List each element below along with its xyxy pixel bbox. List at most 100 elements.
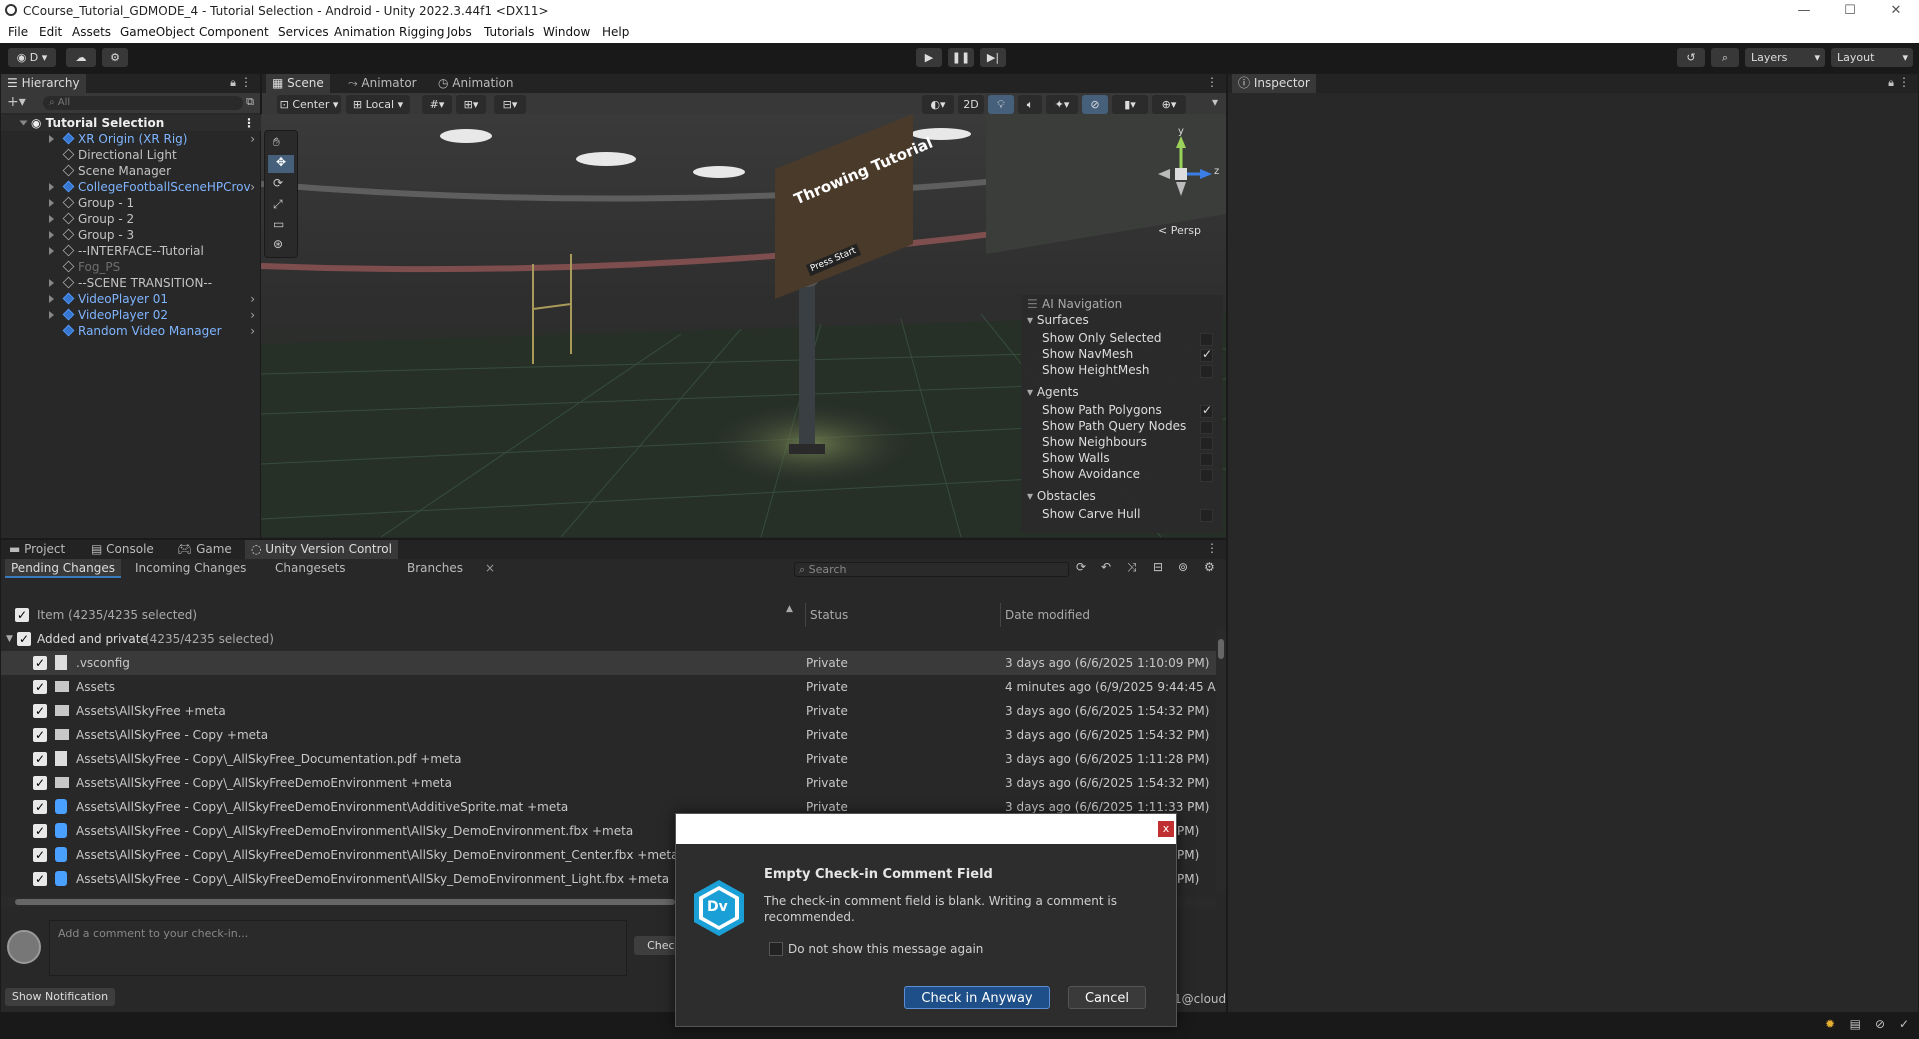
increment-snap[interactable]: ⊟▾ xyxy=(494,95,526,114)
close-tab-icon[interactable]: × xyxy=(485,561,495,575)
group-checkbox[interactable] xyxy=(17,627,31,651)
ai-nav-option-checkbox[interactable] xyxy=(1200,421,1213,434)
more-menu-icon[interactable]: ▾ xyxy=(1212,95,1218,109)
effects-dropdown[interactable]: ✦▾ xyxy=(1046,95,1078,114)
hierarchy-item[interactable]: Random Video Manager › xyxy=(1,323,263,339)
tab-inspector[interactable]: ⓘ Inspector xyxy=(1232,74,1316,93)
hierarchy-item[interactable]: Group - 2 xyxy=(1,211,263,227)
ai-nav-option-checkbox[interactable] xyxy=(1200,469,1213,482)
row-checkbox[interactable] xyxy=(33,675,47,699)
scene-root[interactable]: ◉ Tutorial Selection ⋮ xyxy=(1,115,263,131)
expand-arrow-icon[interactable] xyxy=(49,199,54,207)
add-icon[interactable]: +▾ xyxy=(7,94,26,110)
change-row[interactable]: Assets\AllSkyFree - Copy\_AllSkyFreeDemo… xyxy=(1,771,1218,795)
audio-toggle[interactable]: 🔈︎ xyxy=(1018,95,1042,114)
undo-icon[interactable]: ↶ xyxy=(1101,560,1111,574)
hierarchy-item[interactable]: Fog_PS xyxy=(1,259,263,275)
tab-game[interactable]: 🎮︎ Game xyxy=(171,540,238,559)
account-dropdown[interactable]: ◉ D ▾ xyxy=(8,48,56,67)
chevron-right-icon[interactable]: › xyxy=(250,131,255,147)
ai-nav-option-checkbox[interactable] xyxy=(1200,437,1213,450)
scale-tool-icon[interactable]: ⤢ xyxy=(273,197,283,212)
chevron-right-icon[interactable]: › xyxy=(250,307,255,323)
cancel-button[interactable]: Cancel xyxy=(1068,986,1146,1009)
hscroll-thumb[interactable] xyxy=(15,899,675,905)
uvc-search-input[interactable]: ⌕ Search xyxy=(794,562,1069,577)
pivot-center-dropdown[interactable]: ⊡ Center ▾ xyxy=(277,95,341,114)
expand-arrow-icon[interactable] xyxy=(49,231,54,239)
hierarchy-item[interactable]: Group - 3 xyxy=(1,227,263,243)
collapse-arrow-icon[interactable]: ▼ xyxy=(6,627,13,651)
menu-component[interactable]: Component xyxy=(199,25,269,39)
hierarchy-item[interactable]: XR Origin (XR Rig) › xyxy=(1,131,263,147)
persp-label[interactable]: < Persp xyxy=(1158,224,1201,237)
minimize-button[interactable]: — xyxy=(1781,0,1827,22)
2d-toggle[interactable]: 2D xyxy=(958,95,984,114)
hidden-objects-toggle[interactable]: ⊘ xyxy=(1082,95,1108,114)
ai-nav-option-checkbox[interactable] xyxy=(1200,365,1213,378)
menu-jobs[interactable]: Jobs xyxy=(447,25,472,39)
hierarchy-item[interactable]: Scene Manager xyxy=(1,163,263,179)
debug-mode-icon[interactable]: ✓ xyxy=(1899,1017,1909,1031)
menu-window[interactable]: Window xyxy=(543,25,590,39)
change-row[interactable]: Assets\AllSkyFree +meta Private 3 days ago… xyxy=(1,699,1218,723)
menu-gameobject[interactable]: GameObject xyxy=(120,25,195,39)
tab-hierarchy[interactable]: ☰ Hierarchy xyxy=(1,74,86,93)
menu-file[interactable]: File xyxy=(8,25,28,39)
ai-nav-option-checkbox[interactable] xyxy=(1200,509,1213,522)
tab-console[interactable]: ▤ Console xyxy=(85,540,160,559)
lock-icon[interactable]: 🔒︎ xyxy=(1888,76,1894,90)
drag-handle-icon[interactable]: ☰ xyxy=(1027,297,1038,311)
expand-arrow-icon[interactable] xyxy=(49,183,54,191)
transform-tool-icon[interactable]: ⊛ xyxy=(273,237,283,251)
menu-assets[interactable]: Assets xyxy=(72,25,111,39)
layout-dropdown[interactable]: Layout ▾ xyxy=(1831,48,1913,67)
scroll-thumb[interactable] xyxy=(1218,639,1224,659)
select-all-checkbox[interactable] xyxy=(15,603,29,627)
close-window-button[interactable]: ✕ xyxy=(1873,0,1919,22)
play-button[interactable]: ▶ xyxy=(916,48,942,67)
refresh-icon[interactable]: ⟳ xyxy=(1076,560,1086,574)
search-button[interactable]: ⌕ xyxy=(1711,48,1739,67)
grid-toggle[interactable]: #▾ xyxy=(422,95,452,114)
expand-arrow-icon[interactable] xyxy=(19,120,28,126)
ai-nav-option-checkbox[interactable] xyxy=(1200,453,1213,466)
ai-nav-section-header[interactable]: ▾ Agents xyxy=(1027,385,1079,399)
column-item[interactable]: Item (4235/4235 selected) xyxy=(37,603,197,627)
dont-show-again-checkbox[interactable] xyxy=(769,942,783,956)
row-checkbox[interactable] xyxy=(33,699,47,723)
snap-toggle[interactable]: ⊞▾ xyxy=(456,95,486,114)
ai-nav-option-checkbox[interactable] xyxy=(1200,403,1213,418)
tab-animation[interactable]: ◷ Animation xyxy=(432,74,519,93)
gizmos-dropdown[interactable]: ⊕▾ xyxy=(1152,95,1186,114)
tab-incoming-changes[interactable]: Incoming Changes xyxy=(129,559,252,578)
expand-arrow-icon[interactable] xyxy=(49,279,54,287)
row-checkbox[interactable] xyxy=(33,723,47,747)
undo-history-button[interactable]: ↺ xyxy=(1677,48,1705,67)
row-checkbox[interactable] xyxy=(33,843,47,867)
lock-icon[interactable]: 🔒︎ xyxy=(230,76,236,90)
chevron-right-icon[interactable]: › xyxy=(250,323,255,339)
collab-button[interactable]: ⚙ xyxy=(102,48,128,67)
tab-branches[interactable]: Branches xyxy=(401,559,469,578)
hierarchy-item[interactable]: --INTERFACE--Tutorial xyxy=(1,243,263,259)
tab-pending-changes[interactable]: Pending Changes xyxy=(5,559,121,578)
rect-tool-icon[interactable]: ▭ xyxy=(273,217,284,231)
draw-mode-dropdown[interactable]: ◐▾ xyxy=(922,95,954,114)
rotate-tool-icon[interactable]: ⟳ xyxy=(273,176,283,190)
more-menu-icon[interactable]: ⋮ xyxy=(1206,541,1218,555)
dont-show-again-label[interactable]: Do not show this message again xyxy=(788,942,983,956)
network-icon[interactable]: ⊘ xyxy=(1875,1017,1885,1031)
hierarchy-item[interactable]: --SCENE TRANSITION-- xyxy=(1,275,263,291)
menu-services[interactable]: Services xyxy=(278,25,329,39)
camera-dropdown[interactable]: ▮▾ xyxy=(1112,95,1148,114)
merge-icon[interactable]: ⤨ xyxy=(1127,560,1137,575)
more-menu-icon[interactable]: ⋮ xyxy=(1898,75,1910,89)
lock-icon[interactable]: ⊟ xyxy=(1153,560,1163,574)
maximize-button[interactable]: ☐ xyxy=(1827,0,1873,22)
more-menu-icon[interactable]: ⋮ xyxy=(243,115,255,131)
row-checkbox[interactable] xyxy=(33,795,47,819)
lighting-toggle[interactable]: 💡︎ xyxy=(988,95,1014,114)
step-button[interactable]: ▶| xyxy=(980,48,1006,67)
row-checkbox[interactable] xyxy=(33,771,47,795)
